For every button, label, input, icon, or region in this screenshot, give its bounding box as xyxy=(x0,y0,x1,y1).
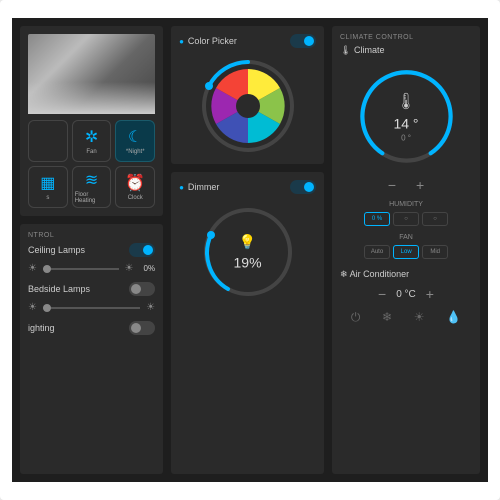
temp-minus-button[interactable]: − xyxy=(388,177,396,193)
brightness-low-icon: ☀ xyxy=(28,263,37,274)
color-wheel[interactable] xyxy=(198,56,298,156)
moon-icon: ☾ xyxy=(128,127,142,147)
snowflake-icon[interactable]: ❄ xyxy=(382,310,392,325)
grid-icon: ▦ xyxy=(40,173,55,193)
ceiling-lamps-label: Ceiling Lamps xyxy=(28,245,85,255)
device-tile-fan[interactable]: ✲Fan xyxy=(72,120,112,162)
ac-value: 0 °C xyxy=(396,289,416,300)
lighting-toggle[interactable] xyxy=(129,321,155,335)
fan-speed-mid[interactable]: Mid xyxy=(422,245,448,259)
bedside-brightness-slider[interactable] xyxy=(43,307,140,309)
temperature-dial[interactable]: 🌡 14 ° 0 ° xyxy=(354,64,459,169)
humidity-opt[interactable]: ○ xyxy=(393,212,419,226)
brightness-high-icon: ☀ xyxy=(146,302,155,313)
clock-icon: ⏰ xyxy=(125,173,145,193)
heat-icon: ≋ xyxy=(85,170,98,190)
ceiling-brightness-slider[interactable] xyxy=(43,268,119,270)
bulb-icon: 💡 xyxy=(234,234,262,251)
humidity-opt[interactable]: ○ xyxy=(422,212,448,226)
climate-title: 🌡 Climate xyxy=(340,45,384,56)
fan-speed-auto[interactable]: Auto xyxy=(364,245,390,259)
dimmer-title: ●Dimmer xyxy=(179,182,219,192)
device-tile-clock[interactable]: ⏰Clock xyxy=(115,166,155,208)
section-title-control: NTROL xyxy=(28,232,155,239)
ac-title: ❄ Air Conditioner xyxy=(340,269,409,280)
temp-current: 14 ° xyxy=(393,115,418,131)
colorpicker-title: ●Color Picker xyxy=(179,36,237,46)
device-tile[interactable]: ▦s xyxy=(28,166,68,208)
ac-plus-button[interactable]: + xyxy=(426,286,434,302)
device-tile-night[interactable]: ☾*Night* xyxy=(115,120,155,162)
temp-plus-button[interactable]: + xyxy=(416,177,424,193)
device-tile-floor-heating[interactable]: ≋Floor Heating xyxy=(72,166,112,208)
temp-setpoint: 0 ° xyxy=(393,133,418,142)
fan-title: FAN xyxy=(340,234,472,241)
thermometer-icon: 🌡 xyxy=(393,91,418,111)
brightness-low-icon: ☀ xyxy=(28,302,37,313)
lighting-label: ighting xyxy=(28,323,55,333)
ceiling-pct: 0% xyxy=(144,264,156,273)
ac-minus-button[interactable]: − xyxy=(378,286,386,302)
brightness-high-icon: ☀ xyxy=(125,263,134,274)
colorpicker-toggle[interactable] xyxy=(290,34,316,48)
dimmer-toggle[interactable] xyxy=(290,180,316,194)
fan-icon: ✲ xyxy=(85,127,98,147)
dimmer-value: 19% xyxy=(234,255,262,271)
bedside-lamps-toggle[interactable] xyxy=(129,282,155,296)
device-tile[interactable] xyxy=(28,120,68,162)
room-preview-image xyxy=(28,34,155,114)
dimmer-dial[interactable]: 💡 19% xyxy=(198,202,298,302)
fan-speed-low[interactable]: Low xyxy=(393,245,419,259)
ceiling-lamps-toggle[interactable] xyxy=(129,243,155,257)
section-title-climate: CLIMATE CONTROL xyxy=(340,34,472,41)
power-icon[interactable]: ⏻ xyxy=(351,310,361,325)
droplet-icon[interactable]: 💧 xyxy=(446,310,461,325)
humidity-title: HUMIDITY xyxy=(340,201,472,208)
bedside-lamps-label: Bedside Lamps xyxy=(28,284,90,294)
humidity-opt[interactable]: 0 % xyxy=(364,212,390,226)
sun-icon[interactable]: ☀ xyxy=(414,310,425,325)
